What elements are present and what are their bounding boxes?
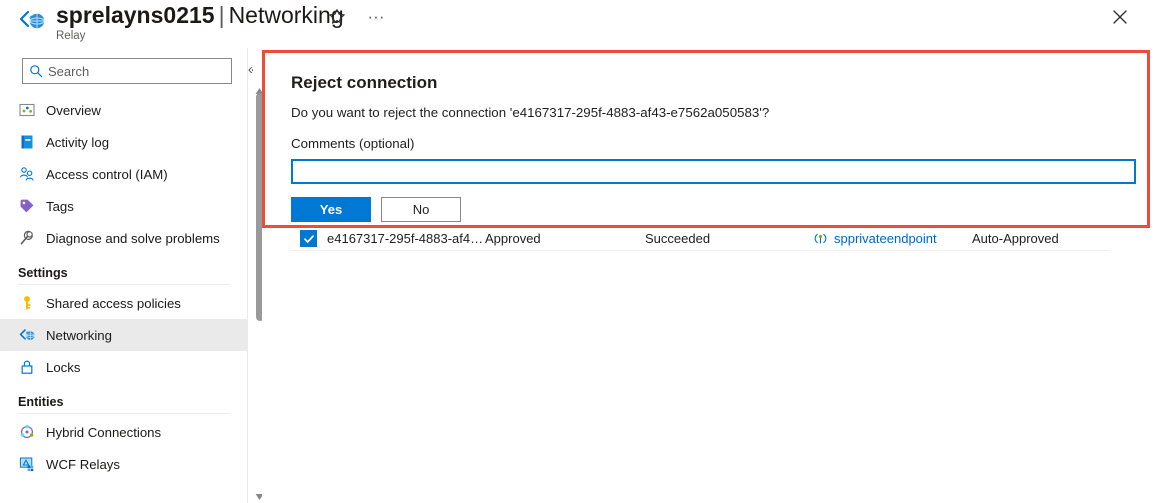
sidebar-group-title: Entities xyxy=(18,395,64,409)
sidebar-item-label: Locks xyxy=(46,359,81,375)
sidebar-item-label: Overview xyxy=(46,102,101,118)
row-divider xyxy=(290,250,1110,251)
diagnose-icon xyxy=(18,229,36,247)
sidebar-item-label: Hybrid Connections xyxy=(46,424,162,440)
reject-connection-dialog: Reject connection Do you want to reject … xyxy=(262,50,1150,228)
blade-title-block: sprelayns0215 | Networking Relay xyxy=(56,0,344,43)
sidebar-item-tags[interactable]: Tags xyxy=(0,190,248,222)
dialog-actions: Yes No xyxy=(291,197,1133,222)
star-icon[interactable] xyxy=(327,7,347,27)
no-button[interactable]: No xyxy=(381,197,461,222)
private-endpoint-connections-table: e4167317-295f-4883-af4… Approved Succeed… xyxy=(262,228,1155,268)
dialog-title: Reject connection xyxy=(291,73,438,92)
sidebar-item-label: Shared access policies xyxy=(46,295,181,311)
blade-header: sprelayns0215 | Networking Relay ··· xyxy=(0,0,1155,48)
sidebar-item-access-control[interactable]: Access control (IAM) xyxy=(0,158,248,190)
sidebar-item-hybrid-connections[interactable]: Hybrid Connections xyxy=(0,416,248,448)
relay-resource-icon xyxy=(18,8,48,36)
cell-provisioning-state: Succeeded xyxy=(645,231,711,246)
sidebar-nav: Overview Activity log Access control (IA… xyxy=(0,94,248,480)
dialog-body: Reject connection Do you want to reject … xyxy=(291,71,1136,222)
group-divider xyxy=(18,284,230,285)
sidebar-item-overview[interactable]: Overview xyxy=(0,94,248,126)
table-row[interactable]: e4167317-295f-4883-af4… Approved Succeed… xyxy=(262,228,1155,251)
yes-button[interactable]: Yes xyxy=(291,197,371,222)
sidebar-search-row: Search « xyxy=(0,58,256,88)
sidebar-item-wcf-relays[interactable]: WCF Relays xyxy=(0,448,248,480)
activity-log-icon xyxy=(18,133,36,151)
overview-icon xyxy=(18,101,36,119)
search-input[interactable]: Search xyxy=(22,58,232,84)
access-control-icon xyxy=(18,165,36,183)
close-icon[interactable] xyxy=(1108,5,1132,29)
ellipsis-icon[interactable]: ··· xyxy=(366,7,386,27)
page-title: sprelayns0215 | Networking xyxy=(56,0,344,30)
cell-private-endpoint-link[interactable]: spprivateendpoint xyxy=(834,231,937,246)
lock-icon xyxy=(18,358,36,376)
sidebar-item-diagnose[interactable]: Diagnose and solve problems xyxy=(0,222,248,254)
cell-connection-name: e4167317-295f-4883-af4… xyxy=(327,231,484,246)
sidebar-group-entities: Entities xyxy=(0,383,248,414)
sidebar-item-label: Tags xyxy=(46,198,74,214)
sidebar-item-activity-log[interactable]: Activity log xyxy=(0,126,248,158)
tags-icon xyxy=(18,197,36,215)
cell-description: Auto-Approved xyxy=(972,231,1059,246)
sidebar-item-label: Diagnose and solve problems xyxy=(46,230,220,246)
hybrid-connections-icon xyxy=(18,423,36,441)
sidebar-item-label: WCF Relays xyxy=(46,456,120,472)
sidebar-group-settings: Settings xyxy=(0,254,248,285)
dialog-question-text: Do you want to reject the connection 'e4… xyxy=(291,105,770,120)
sidebar-item-label: Activity log xyxy=(46,134,110,150)
comments-label: Comments (optional) xyxy=(291,136,415,151)
sidebar: Search « Overview Activity log Access co… xyxy=(0,48,256,503)
sidebar-item-shared-access-policies[interactable]: Shared access policies xyxy=(0,287,248,319)
sidebar-group-title: Settings xyxy=(18,266,68,280)
networking-icon xyxy=(18,326,36,344)
key-icon xyxy=(18,294,36,312)
search-placeholder: Search xyxy=(48,63,90,79)
row-checkbox[interactable] xyxy=(300,230,317,247)
sidebar-item-locks[interactable]: Locks xyxy=(0,351,248,383)
sidebar-item-networking[interactable]: Networking xyxy=(0,319,248,351)
resource-name: sprelayns0215 xyxy=(56,2,215,28)
comments-input[interactable] xyxy=(291,159,1136,184)
group-divider xyxy=(18,413,230,414)
wcf-relays-icon xyxy=(18,455,36,473)
resource-type-subtitle: Relay xyxy=(56,30,86,42)
sidebar-item-label: Networking xyxy=(46,327,112,343)
title-separator: | xyxy=(218,2,225,28)
azure-portal-blade: sprelayns0215 | Networking Relay ··· Sea… xyxy=(0,0,1155,503)
sidebar-item-label: Access control (IAM) xyxy=(46,166,168,182)
private-endpoint-icon xyxy=(813,231,828,246)
cell-connection-state: Approved xyxy=(485,231,541,246)
search-icon xyxy=(29,64,43,78)
sidebar-divider xyxy=(247,48,248,503)
